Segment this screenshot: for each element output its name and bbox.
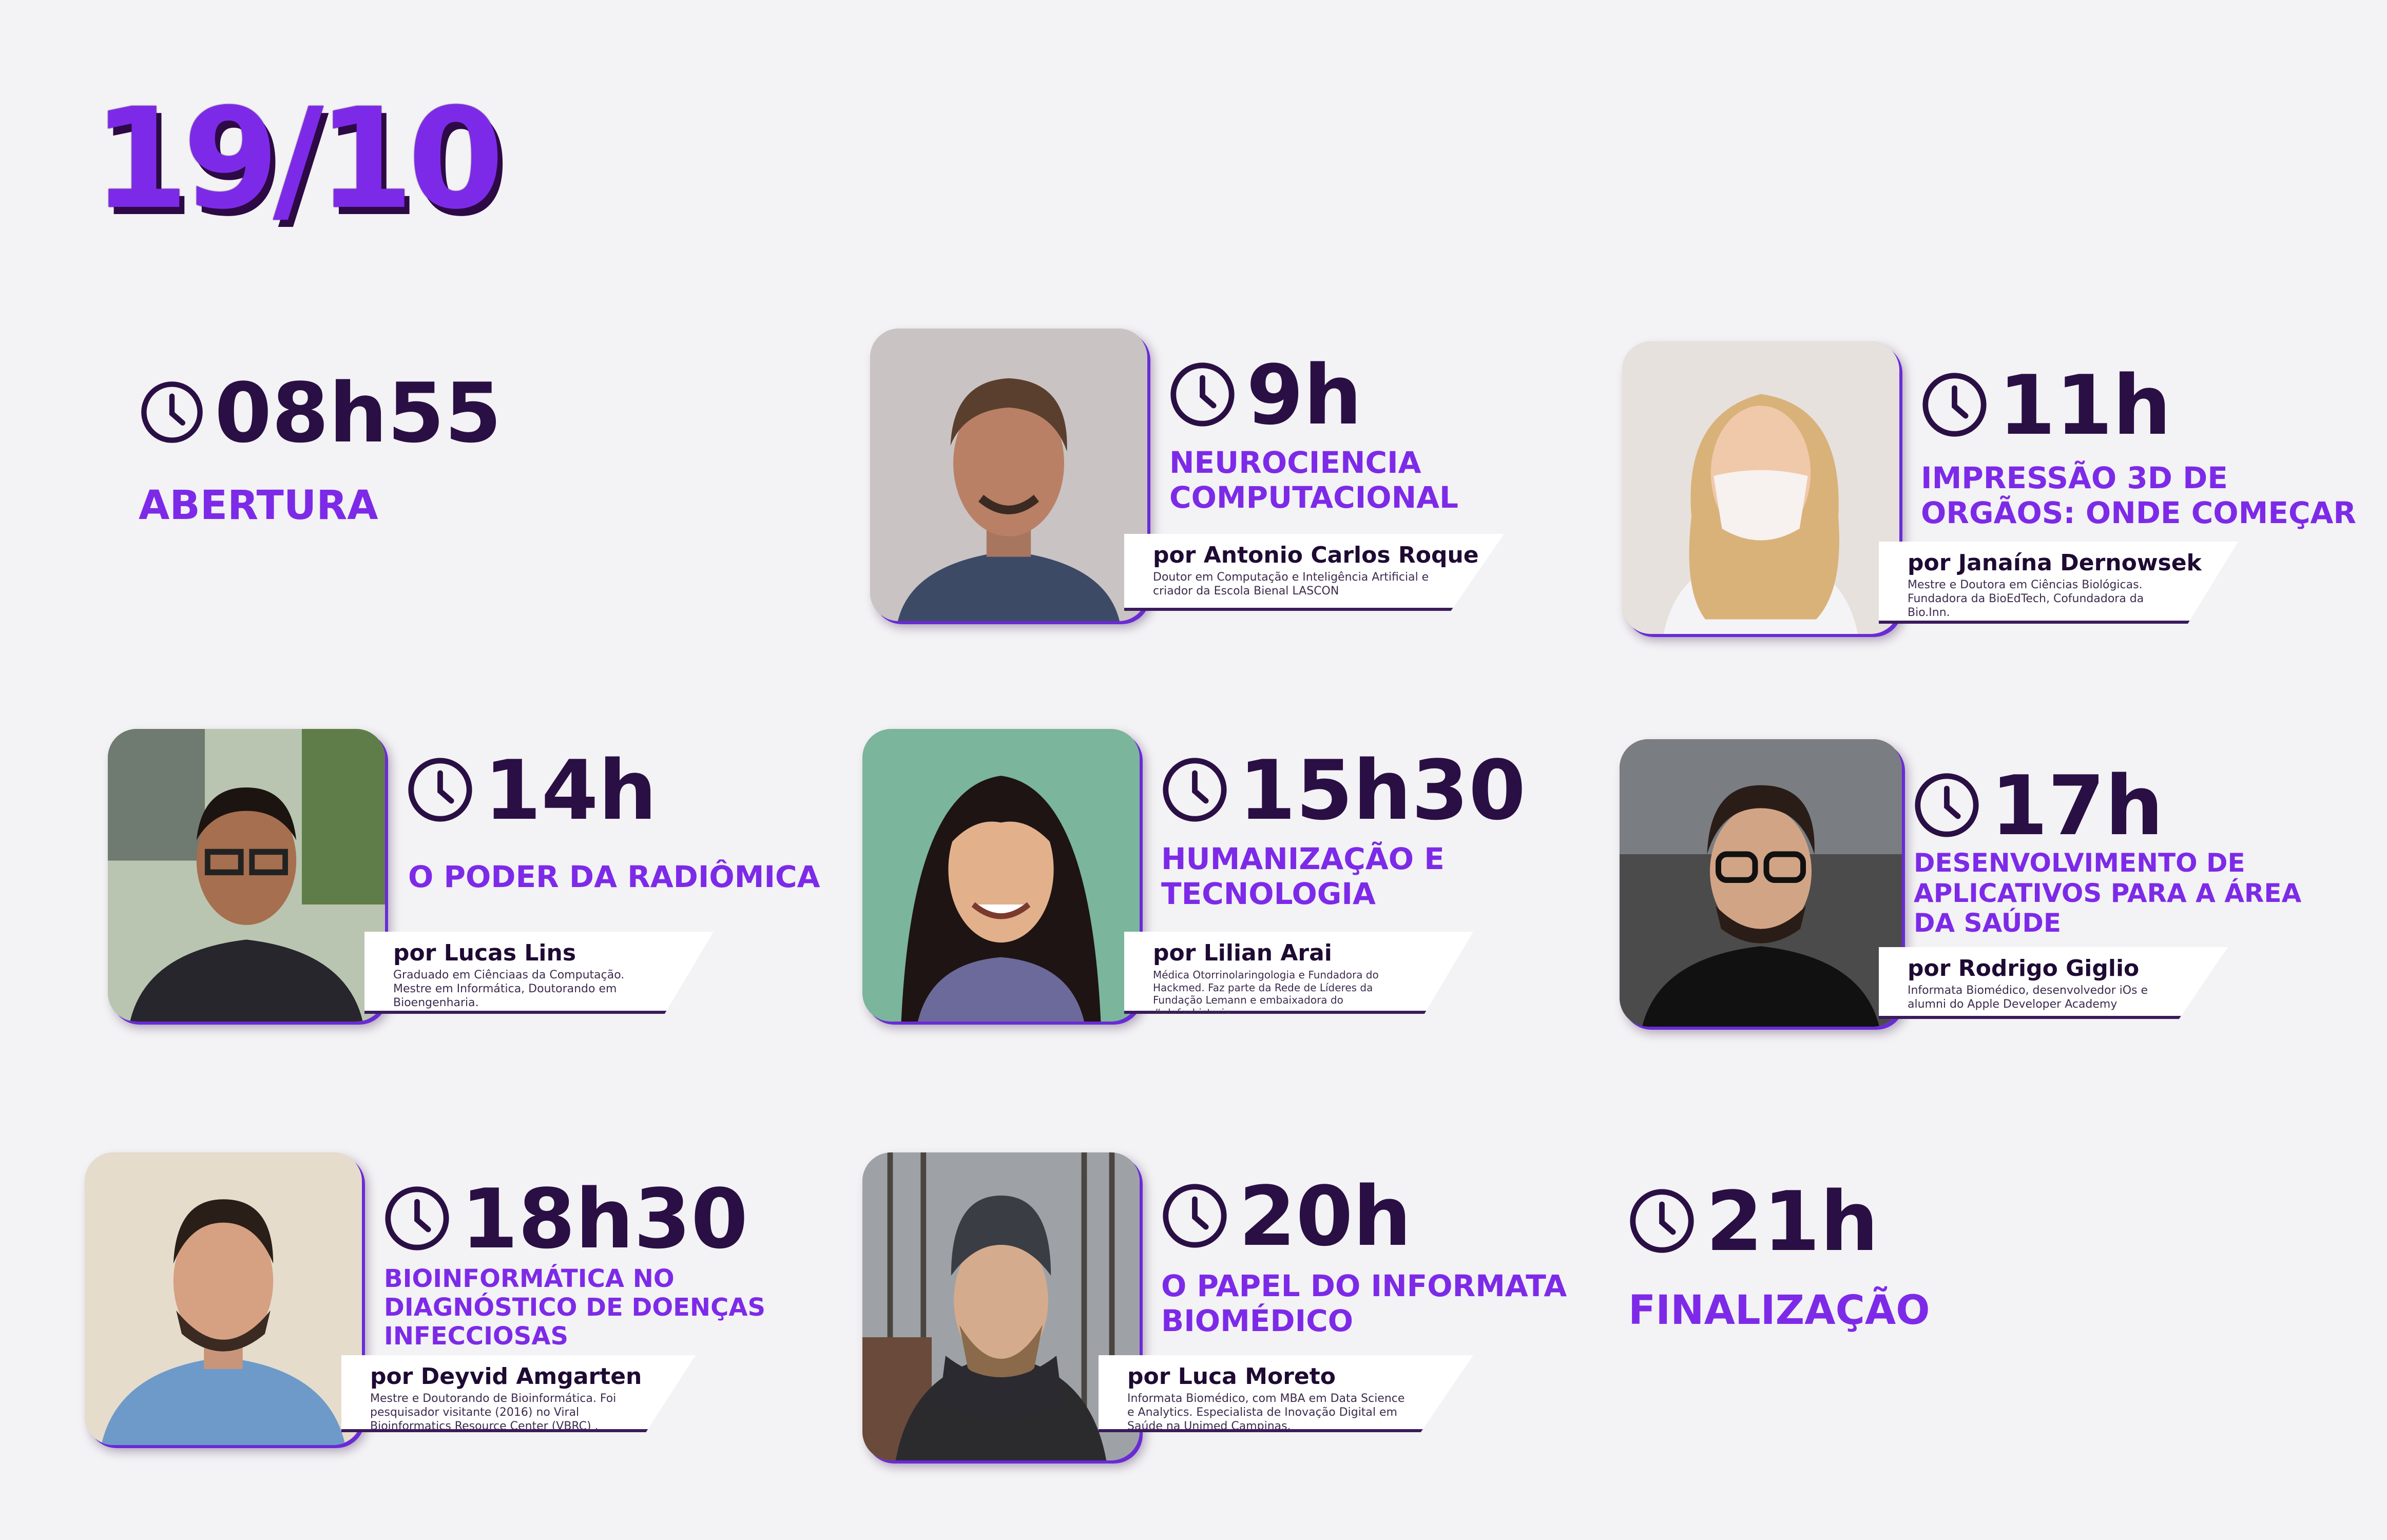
- session-time: 20h: [1239, 1168, 1412, 1264]
- clock-icon: [1627, 1186, 1697, 1258]
- speaker-bio: Mestre e Doutorando de Bioinformática. F…: [370, 1392, 617, 1433]
- speaker-name: por Antonio Carlos Roque: [1153, 542, 1479, 568]
- speaker-bio: Mestre e Doutora em Ciências Biológicas.…: [1908, 579, 2144, 620]
- speaker-photo: [108, 729, 385, 1022]
- speaker-photo: [870, 329, 1147, 621]
- speaker-card: por Rodrigo Giglio Informata Biomédico, …: [1879, 947, 2228, 1019]
- session-title: O PODER DA RADIÔMICA: [408, 859, 820, 894]
- speaker-photo: [862, 1152, 1140, 1460]
- session-time: 14h: [484, 742, 657, 838]
- session-title: IMPRESSÃO 3D DE ORGÃOS: ONDE COMEÇAR: [1921, 460, 2357, 530]
- speaker-bio: Médica Otorrinolaringologia e Fundadora …: [1153, 969, 1379, 1019]
- session-title: DESENVOLVIMENTO DE APLICATIVOS PARA A ÁR…: [1914, 848, 2302, 938]
- speaker-card: por Antonio Carlos Roque Doutor em Compu…: [1124, 534, 1504, 611]
- session-time: 18h30: [461, 1171, 748, 1267]
- speaker-name: por Lilian Arai: [1153, 940, 1332, 966]
- clock-icon: [1920, 370, 1989, 441]
- speaker-photo: [85, 1152, 362, 1445]
- speaker-card: por Lucas Lins Graduado em Ciênciaas da …: [364, 932, 714, 1014]
- speaker-card: por Deyvid Amgarten Mestre e Doutorando …: [341, 1355, 696, 1432]
- speaker-bio: Doutor em Computação e Inteligência Arti…: [1153, 571, 1429, 598]
- session-title: HUMANIZAÇÃO E TECNOLOGIA: [1161, 841, 1445, 911]
- clock-icon: [382, 1184, 452, 1255]
- speaker-photo: [1622, 341, 1899, 634]
- speaker-card: por Janaína Dernowsek Mestre e Doutora e…: [1879, 542, 2238, 624]
- session-title: FINALIZAÇÃO: [1628, 1287, 1930, 1334]
- speaker-name: por Deyvid Amgarten: [370, 1363, 642, 1390]
- session-title: ABERTURA: [139, 483, 378, 529]
- session-time: 08h55: [215, 365, 502, 461]
- speaker-photo: [862, 729, 1140, 1022]
- clock-icon: [1168, 360, 1237, 431]
- speaker-name: por Lucas Lins: [393, 940, 576, 966]
- clock-icon: [406, 755, 475, 826]
- session-time: 17h: [1991, 758, 2164, 854]
- clock-icon: [1160, 755, 1229, 826]
- session-time: 11h: [1998, 357, 2171, 453]
- speaker-photo: [1620, 739, 1902, 1027]
- session-time: 21h: [1706, 1173, 1879, 1269]
- speaker-bio: Informata Biomédico, desenvolvedor iOs e…: [1908, 984, 2148, 1011]
- event-date: 19/10: [92, 78, 504, 240]
- speaker-name: por Janaína Dernowsek: [1908, 550, 2202, 576]
- speaker-card: por Lilian Arai Médica Otorrinolaringolo…: [1124, 932, 1473, 1014]
- speaker-card: por Luca Moreto Informata Biomédico, com…: [1099, 1355, 1473, 1432]
- session-title: NEUROCIENCIA COMPUTACIONAL: [1169, 445, 1458, 515]
- session-title: BIOINFORMÁTICA NO DIAGNÓSTICO DE DOENÇAS…: [384, 1264, 766, 1351]
- clock-icon: [1160, 1181, 1229, 1253]
- speaker-name: por Luca Moreto: [1127, 1363, 1336, 1390]
- session-title: O PAPEL DO INFORMATA BIOMÉDICO: [1161, 1268, 1567, 1338]
- session-time: 9h: [1246, 347, 1362, 443]
- clock-icon: [1912, 771, 1981, 842]
- speaker-bio: Informata Biomédico, com MBA em Data Sci…: [1127, 1392, 1405, 1433]
- clock-icon: [139, 379, 205, 448]
- speaker-name: por Rodrigo Giglio: [1908, 955, 2140, 981]
- speaker-bio: Graduado em Ciênciaas da Computação. Mes…: [393, 969, 625, 1010]
- session-time: 15h30: [1239, 742, 1526, 838]
